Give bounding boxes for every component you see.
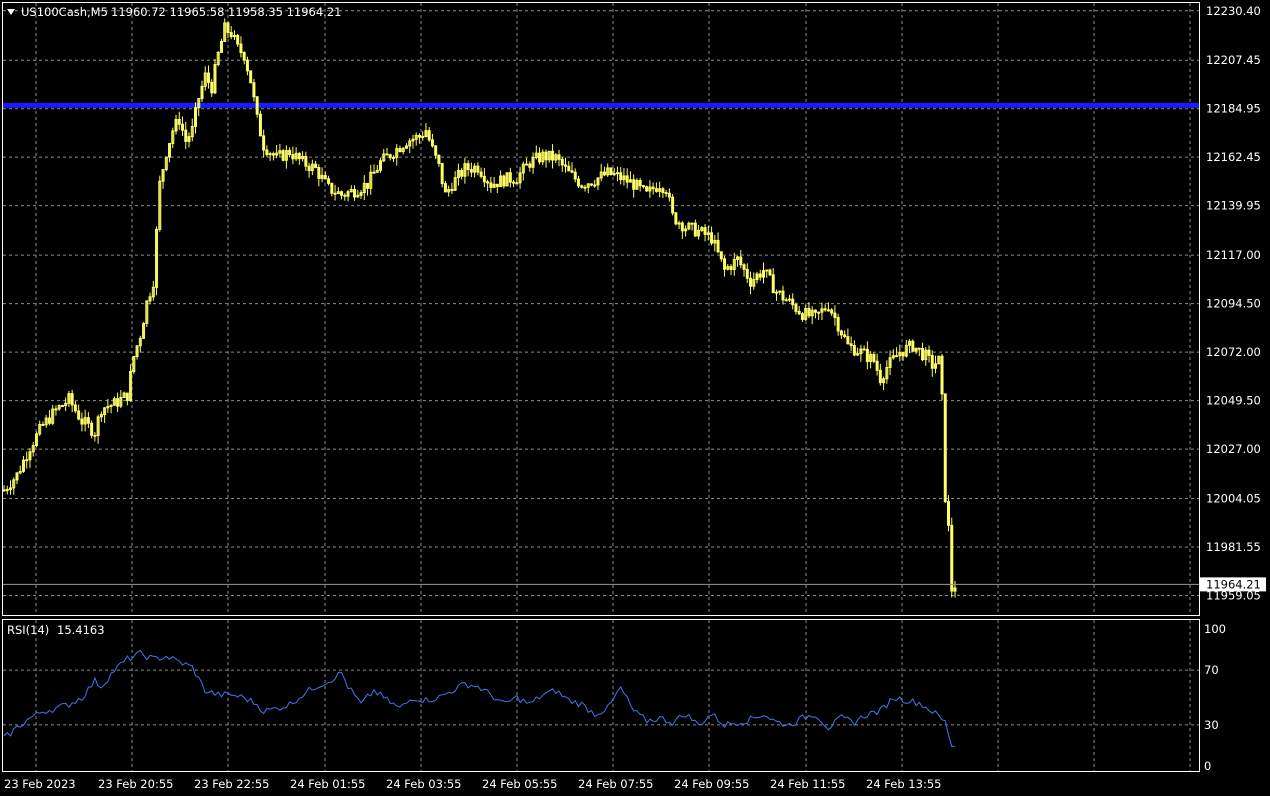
candle	[872, 352, 876, 364]
price-axis-label: 12049.50	[1206, 394, 1261, 408]
price-axis-label: 12004.05	[1206, 492, 1261, 506]
candle	[768, 268, 772, 276]
time-axis-label: 24 Feb 05:55	[482, 777, 557, 791]
rsi-axis-label: 100	[1204, 622, 1226, 636]
candle	[950, 517, 954, 598]
price-axis-label: 12207.45	[1206, 53, 1261, 67]
price-axis-label: 12230.40	[1206, 4, 1261, 18]
candle	[609, 167, 613, 176]
rsi-value: 15.4163	[57, 623, 105, 637]
candle	[645, 185, 649, 192]
rsi-axis-label: 70	[1204, 663, 1219, 677]
time-axis-label: 23 Feb 2023	[4, 777, 76, 791]
time-axis-label: 24 Feb 13:55	[866, 777, 941, 791]
candle	[164, 156, 168, 172]
price-axis-label: 12139.95	[1206, 199, 1261, 213]
time-axis-label: 23 Feb 22:55	[194, 777, 269, 791]
candle	[911, 339, 915, 353]
current-price-label: 11964.21	[1206, 577, 1261, 591]
candle	[671, 194, 675, 216]
time-axis-label: 24 Feb 09:55	[674, 777, 749, 791]
rsi-title: RSI(14)	[7, 623, 49, 637]
candle	[943, 393, 947, 504]
price-axis-label: 12162.45	[1206, 150, 1261, 164]
candle	[213, 58, 217, 95]
ohlc-readout: 11960.72 11965.58 11958.35 11964.21	[111, 5, 341, 19]
price-axis-label: 12184.95	[1206, 102, 1261, 116]
rsi-axis-label: 0	[1204, 759, 1211, 773]
price-axis-label: 12072.00	[1206, 345, 1261, 359]
candle	[940, 354, 944, 401]
candle	[249, 70, 253, 84]
time-axis-label: 24 Feb 11:55	[770, 777, 845, 791]
price-axis-label: 12027.00	[1206, 442, 1261, 456]
candle	[90, 420, 94, 439]
candle	[155, 226, 159, 296]
time-axis-label: 24 Feb 03:55	[386, 777, 461, 791]
rsi-axis-label: 30	[1204, 718, 1219, 732]
candle	[34, 431, 38, 448]
candle	[502, 174, 506, 189]
candle	[674, 211, 678, 226]
chart-window[interactable]: 12230.40 12207.45 12184.95 12162.45 12139.95…	[0, 0, 1270, 796]
candle	[258, 110, 262, 137]
candle	[158, 175, 162, 232]
candle	[132, 355, 136, 374]
time-axis-label: 23 Feb 20:55	[98, 777, 173, 791]
candle	[145, 300, 149, 327]
candle	[281, 148, 285, 162]
time-axis-label: 24 Feb 07:55	[578, 777, 653, 791]
price-axis-label: 12094.50	[1206, 297, 1261, 311]
candle	[937, 355, 941, 365]
candle	[142, 321, 146, 339]
candle	[216, 50, 220, 67]
candle	[440, 162, 444, 188]
price-axis-label: 11981.55	[1206, 540, 1261, 554]
time-axis-label: 24 Feb 01:55	[290, 777, 365, 791]
chart-background	[0, 0, 1270, 796]
price-axis-label: 12117.00	[1206, 248, 1261, 262]
candle	[505, 172, 509, 187]
symbol-label: US100Cash,M5	[21, 5, 108, 19]
candle	[255, 95, 259, 118]
